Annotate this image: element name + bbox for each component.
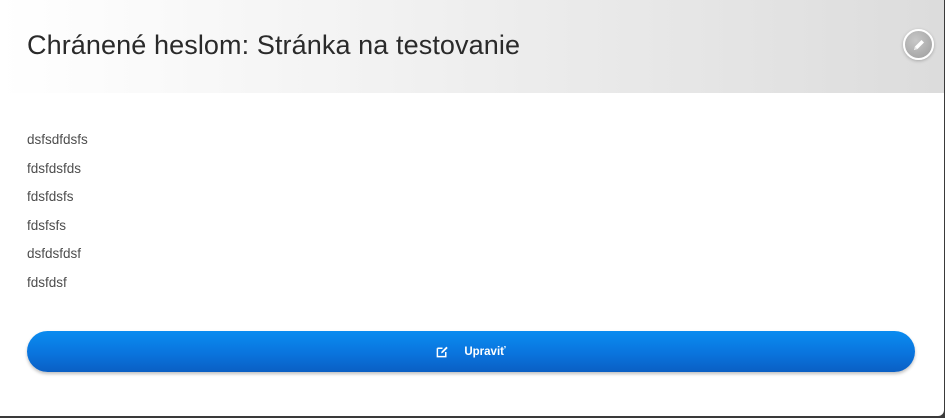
content-line: fdsfdsf: [27, 274, 67, 290]
content-line: dsfsdfdsfs: [27, 132, 88, 147]
content-line: fdsfdsfds: [27, 160, 82, 176]
page-title: Chránené heslom: Stránka na testovanie: [27, 30, 521, 60]
page-card: Chránené heslom: Stránka na testovanie d…: [0, 0, 944, 416]
content-line: fdsfdsfs: [27, 189, 74, 205]
content-line: dsfdsfdsf: [27, 246, 82, 262]
pencil-icon: [913, 39, 924, 50]
edit-button[interactable]: Upraviť: [27, 331, 915, 372]
page-content: dsfsdfdsfs fdsfdsfds fdsfdsfs fdsfsfs ds…: [27, 126, 88, 298]
edit-button-label: Upraviť: [464, 345, 506, 358]
content-line: fdsfsfs: [27, 217, 67, 233]
header-edit-button[interactable]: [903, 29, 934, 60]
page-header: Chránené heslom: Stránka na testovanie: [0, 0, 944, 93]
edit-square-icon: [436, 345, 450, 359]
